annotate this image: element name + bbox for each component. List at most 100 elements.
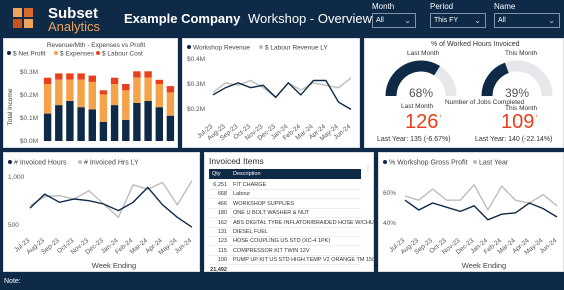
qty-cell: 131 [217,229,227,235]
revenue-chart-panel: Workshop Revenue $ Labour Revenue LY $0.… [182,38,360,148]
qty-cell: 123 [217,238,227,245]
legend-invoiced-hrs-ly: # Invoiced Hrs LY [84,160,139,167]
bar-segment [110,77,119,84]
legend-dot-last-year [473,160,477,164]
revenue-x-ticks: Jul-23Aug-23Sep-23Oct-23Nov-23Dec-23Jan-… [196,123,352,143]
description-cell: ONE U BOLT WASHER & NUT [233,210,310,217]
revenue-ytick: $0.4M [187,56,205,63]
legend-invoiced-hours: # Invoiced Hours [14,160,67,167]
bar-segment [122,119,130,141]
period-slicer-label: Period [430,2,454,11]
table-total-row: 21,492 [209,266,361,275]
description-cell: PUMP UP KIT US STD HIGH TEMP V2 ORANGE T… [233,257,386,264]
table-row[interactable]: 180 ONE U BOLT WASHER & NUT [209,209,361,219]
down-arrow-icon: ↓ [535,113,538,119]
gp-ytick: 40% [383,220,396,227]
qty-cell: 668 [217,191,227,198]
table-row[interactable]: 162 ABS DIGITAL TYRE INFLATOR/BRAIDED HOS… [209,219,382,228]
legend-labour-cost: $ Labour Cost [102,51,143,58]
qty-cell: 466 [217,200,227,207]
name-slicer[interactable]: All ⌄ [494,13,560,28]
table-row[interactable]: 6,251 FIT CHARGE [209,181,361,190]
profit-legend: $ Net Profit $ Expenses $ Labour Cost [7,51,143,58]
qty-cell: 6,251 [213,182,227,188]
bar-segment [99,94,108,122]
bar-segment [99,122,108,141]
bar-segment [122,90,130,120]
bar-segment [77,73,85,80]
header-bar: Subset Analytics Example Company Worksho… [0,0,564,38]
hours-ytick: 500 [8,222,19,229]
more-options-icon[interactable]: ⋮ [365,165,371,172]
legend-gross-profit: % Workshop Gross Profit [389,160,468,167]
col-qty-header[interactable]: Qty [212,171,221,177]
bar-segment [43,84,52,114]
profit-ytick: $0.2M [20,92,38,99]
month-slicer[interactable]: All ⌄ [372,13,416,28]
description-cell: ABS DIGITAL TYRE INFLATOR/BRAIDED HOSE W… [233,219,382,226]
qty-cell: 100 [217,257,227,264]
table-row[interactable]: 123 HOSE COUPLING US STD (XC-4 1PK) [209,237,361,247]
series-line [404,199,558,221]
table-row[interactable]: 100 PUMP UP KIT US STD HIGH TEMP V2 ORANG… [209,256,386,266]
description-cell: COMPRESSOR KIT TWIN 12V [233,247,310,254]
series-line [212,79,352,111]
logo-icon [13,8,33,28]
gross-profit-panel: % Workshop Gross Profit Last Year 60% 40… [378,152,564,272]
profit-ytick: $0.1M [20,115,38,122]
bar-segment [66,100,74,141]
bar-segment [155,84,163,108]
month-slicer-label: Month [372,2,395,11]
gauge-this-fill [481,62,509,97]
footer-bar: Note: [0,276,564,290]
month-slicer-value: All [376,17,384,24]
description-cell: Labour [233,191,251,198]
revenue-lines [212,77,352,111]
table-row[interactable]: 668 Labour [209,190,361,200]
hours-x-ticks: Jul-23Aug-23Sep-23Oct-23Nov-23Dec-23Jan-… [13,237,193,257]
gp-lines [404,183,558,221]
page-title: Workshop - Overview [248,11,373,26]
bar-segment [144,71,152,78]
description-cell: WORKSHOP SUPPLIES [233,200,295,207]
hours-ytick: 1,000 [8,174,25,181]
table-row[interactable]: 131 DIESEL FUEL [209,228,361,237]
chevron-down-icon: ⌄ [404,16,411,25]
bar-segment [88,75,96,82]
table-row[interactable]: 466 WORKSHOP SUPPLIES [209,200,361,209]
bar-segment [77,79,85,108]
qty-cell: 162 [217,219,227,226]
qty-cell: 115 [218,247,227,254]
profit-chart: Revenue/Mth - Expenses vs Profit $ Net P… [7,42,175,145]
description-cell: DIESEL FUEL [233,229,268,235]
description-cell: HOSE COUPLING US STD (XC-4 1PK) [233,238,331,245]
description-cell: FIT CHARGE [233,182,267,188]
legend-expenses: $ Expenses [60,51,95,58]
qty-cell: 180 [217,210,227,217]
table-row[interactable]: 115 COMPRESSOR KIT TWIN 12V [209,247,361,256]
period-slicer-value: This FY [434,17,459,24]
revenue-ytick: $0.3M [187,81,205,88]
legend-dot-labour-cost [96,51,100,55]
col-description-header[interactable]: Description [233,171,261,177]
kpi-panel: % of Worked Hours Invoiced Last Month Th… [364,38,564,148]
bar-segment [144,77,152,101]
bar-segment [166,92,175,116]
gross-profit-chart: % Workshop Gross Profit Last Year 60% 40… [383,160,559,270]
bar-segment [55,73,63,80]
legend-labour-revenue-ly: $ Labour Revenue LY [265,45,328,52]
brand-subtitle: Analytics [48,19,101,34]
bar-segment [122,84,130,91]
bar-segment [110,105,119,141]
legend-last-year: Last Year [479,160,509,167]
jobs-last-month-label: Last Month [401,103,434,110]
bar-segment [66,79,74,101]
legend-dot-invoiced-hrs-ly [78,160,82,164]
down-arrow-icon: ↓ [439,113,442,119]
bar-segment [166,115,175,141]
invoiced-items-panel: Invoiced Items ⋮ Qty Description 6,251 FI… [204,152,386,275]
period-slicer[interactable]: This FY ⌄ [430,13,486,28]
bar-segment [43,77,52,84]
legend-dot-invoiced-hours [8,160,12,164]
legend-dot-workshop-revenue [187,45,191,49]
